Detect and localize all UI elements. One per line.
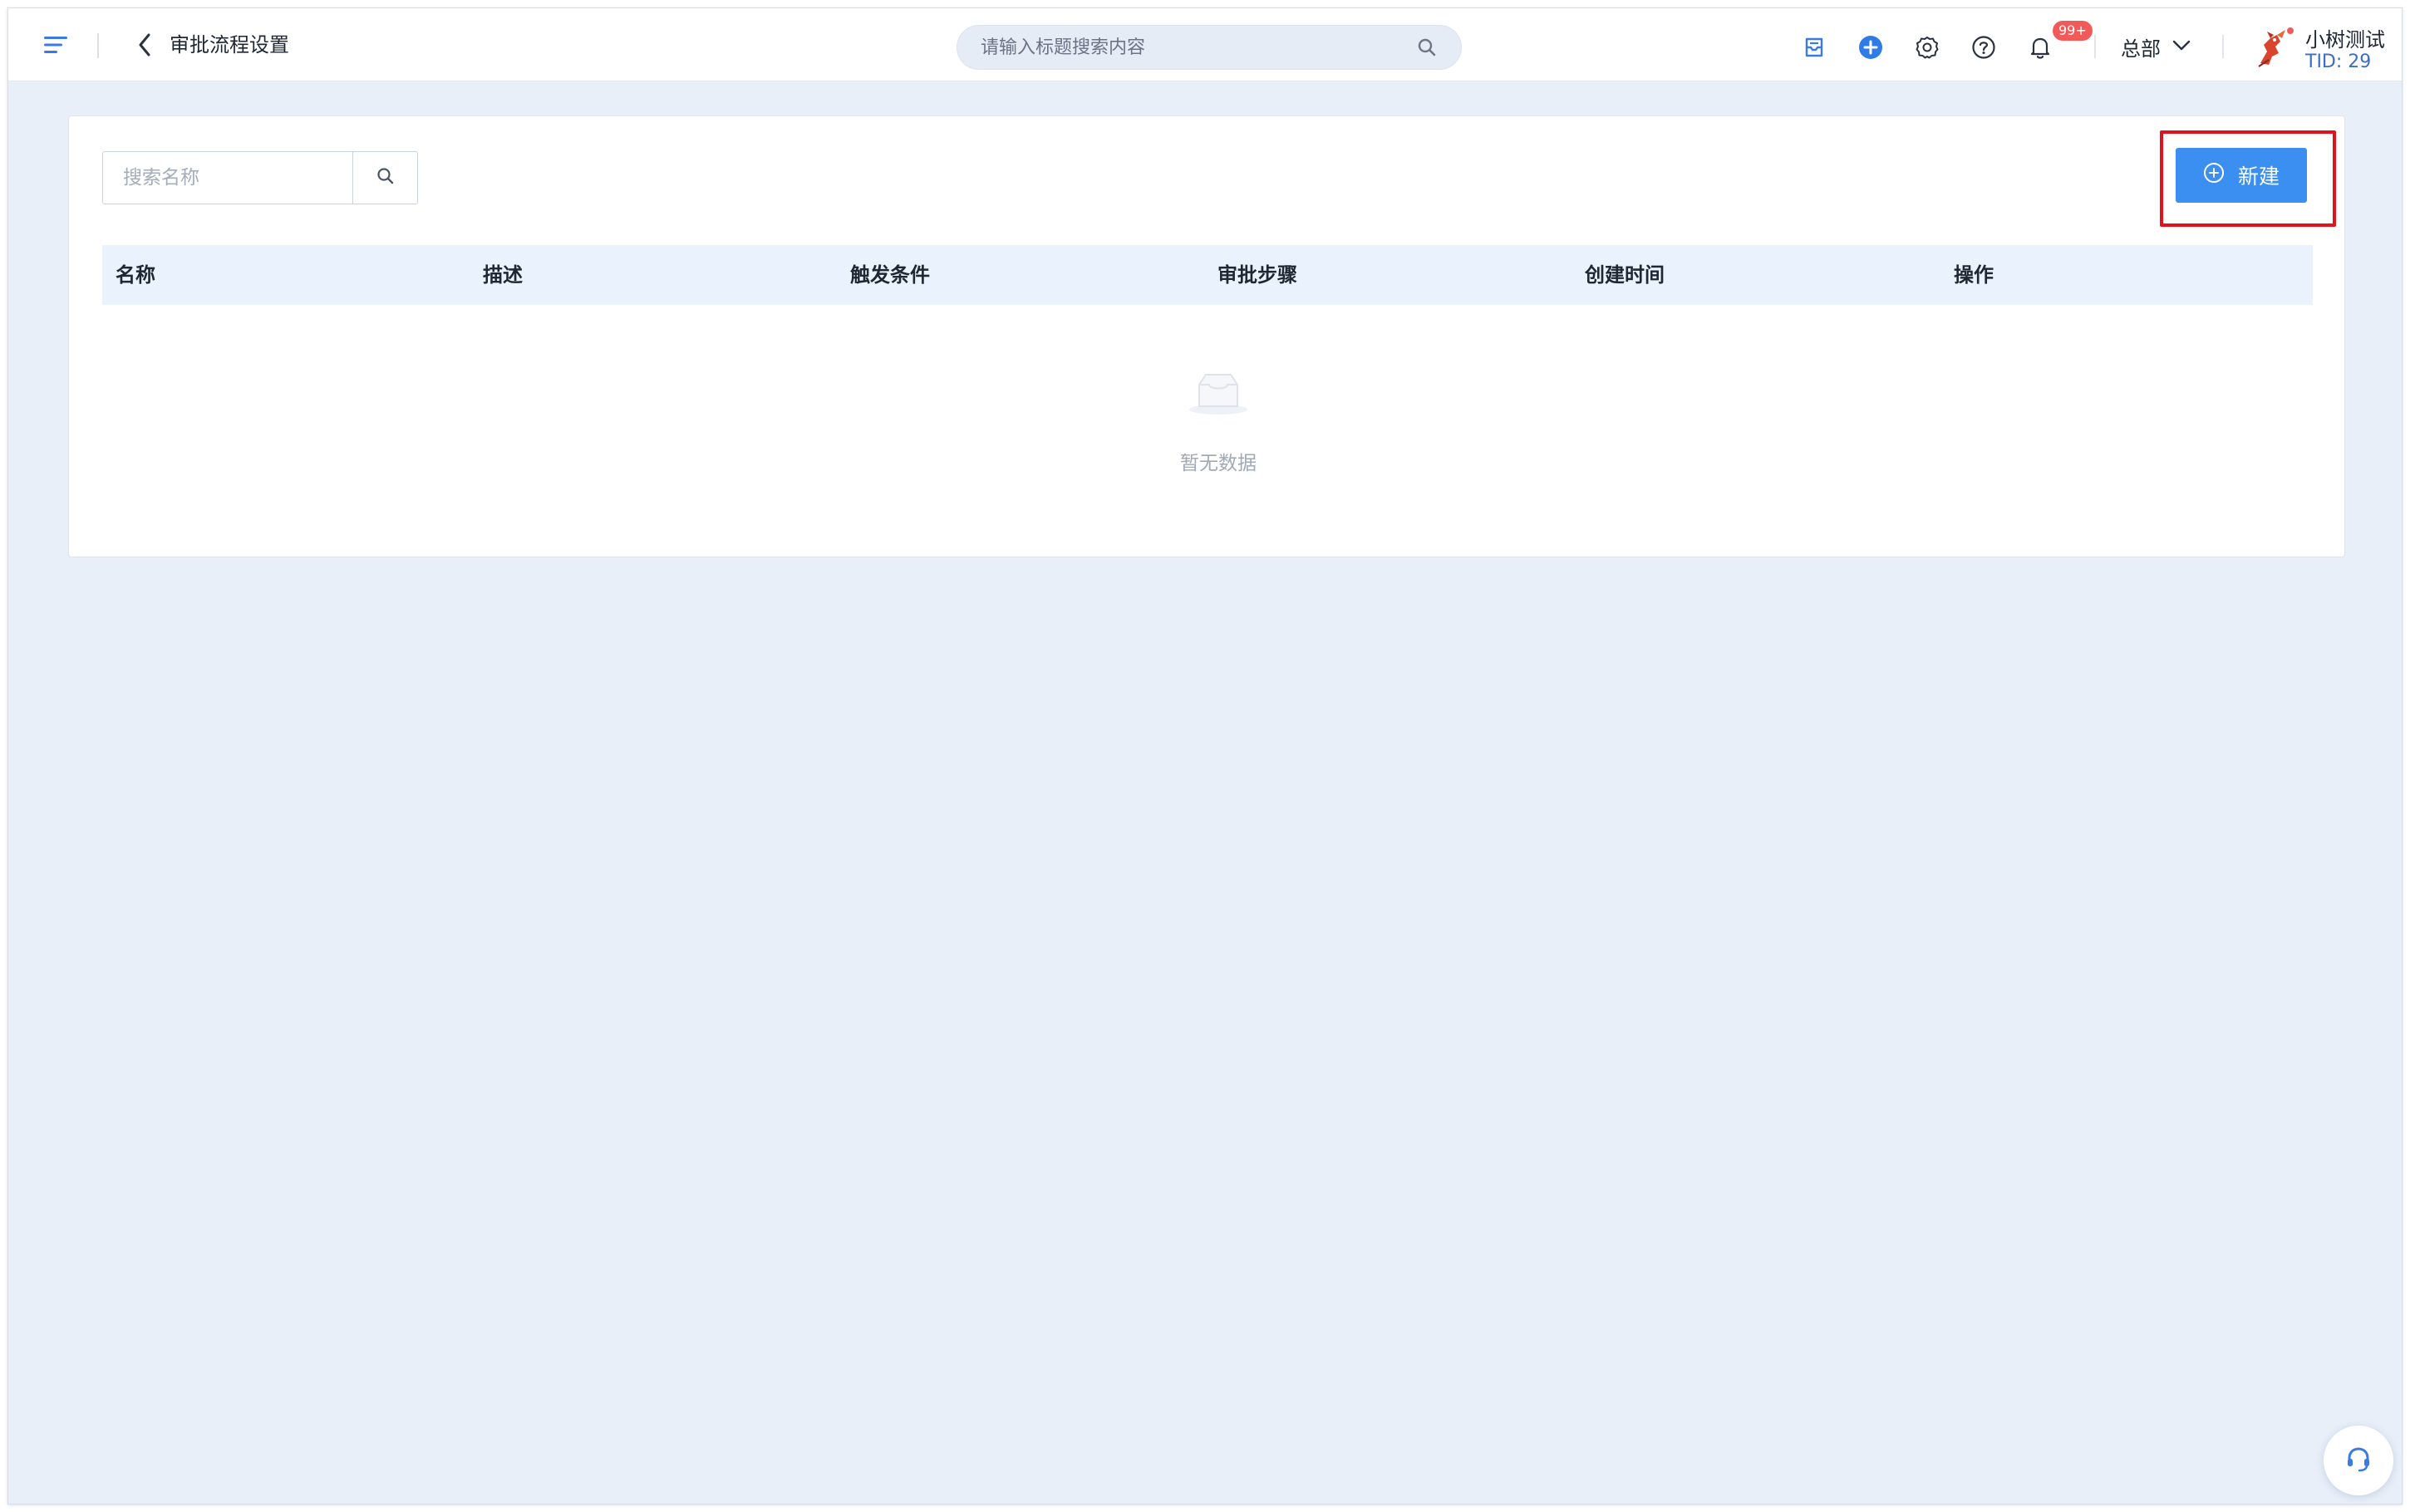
gear-icon[interactable]	[1913, 33, 1941, 61]
notification-badge: 99+	[2053, 21, 2093, 41]
name-search-box	[102, 151, 418, 204]
column-header-created-time[interactable]: 创建时间	[1585, 245, 1665, 305]
empty-state-text: 暂无数据	[1180, 453, 1257, 474]
user-name: 小树测试	[2305, 28, 2385, 52]
new-button[interactable]: 新建	[2176, 148, 2307, 203]
plus-circle-icon[interactable]	[1857, 33, 1885, 61]
page-title: 审批流程设置	[170, 33, 289, 56]
support-button[interactable]	[2324, 1426, 2393, 1495]
org-switcher[interactable]: 总部	[2121, 30, 2191, 63]
headset-icon	[2344, 1444, 2373, 1477]
header-divider	[2094, 35, 2096, 58]
bell-icon[interactable]	[2026, 33, 2054, 61]
menu-icon[interactable]	[38, 30, 75, 60]
search-button[interactable]	[352, 152, 417, 204]
header-divider	[97, 33, 99, 58]
user-tid: TID: 29	[2305, 52, 2372, 72]
column-header-steps[interactable]: 审批步骤	[1217, 245, 1297, 305]
chevron-left-icon[interactable]	[130, 30, 160, 60]
new-button-label: 新建	[2237, 164, 2280, 189]
empty-inbox-icon	[1188, 370, 1249, 416]
search-icon	[376, 166, 396, 189]
column-header-description[interactable]: 描述	[483, 245, 523, 305]
question-circle-icon[interactable]	[1970, 33, 1998, 61]
top-header: 审批流程设置 请输入标题搜索内容 99+ 总部 小树测试 TID: 29	[8, 8, 2402, 81]
column-header-actions[interactable]: 操作	[1954, 245, 1994, 305]
name-search-input[interactable]	[103, 152, 352, 204]
inbox-icon[interactable]	[1800, 33, 1828, 61]
global-search-input[interactable]	[981, 26, 1396, 69]
org-label: 总部	[2121, 37, 2161, 61]
plus-circle-icon	[2203, 162, 2225, 189]
chevron-down-icon	[2172, 39, 2191, 55]
search-icon[interactable]	[1413, 33, 1441, 61]
app-window: 审批流程设置 请输入标题搜索内容 99+ 总部 小树测试 TID: 29 搜索名…	[7, 7, 2403, 1505]
table-header: 名称 描述 触发条件 审批步骤 创建时间 操作	[102, 245, 2313, 305]
global-search	[957, 25, 1462, 70]
header-divider	[2222, 35, 2224, 58]
avatar[interactable]	[2252, 27, 2295, 71]
column-header-trigger[interactable]: 触发条件	[850, 245, 930, 305]
content-card: 新建 名称 描述 触发条件 审批步骤 创建时间 操作 暂无数据	[68, 115, 2345, 557]
column-header-name[interactable]: 名称	[116, 245, 155, 305]
